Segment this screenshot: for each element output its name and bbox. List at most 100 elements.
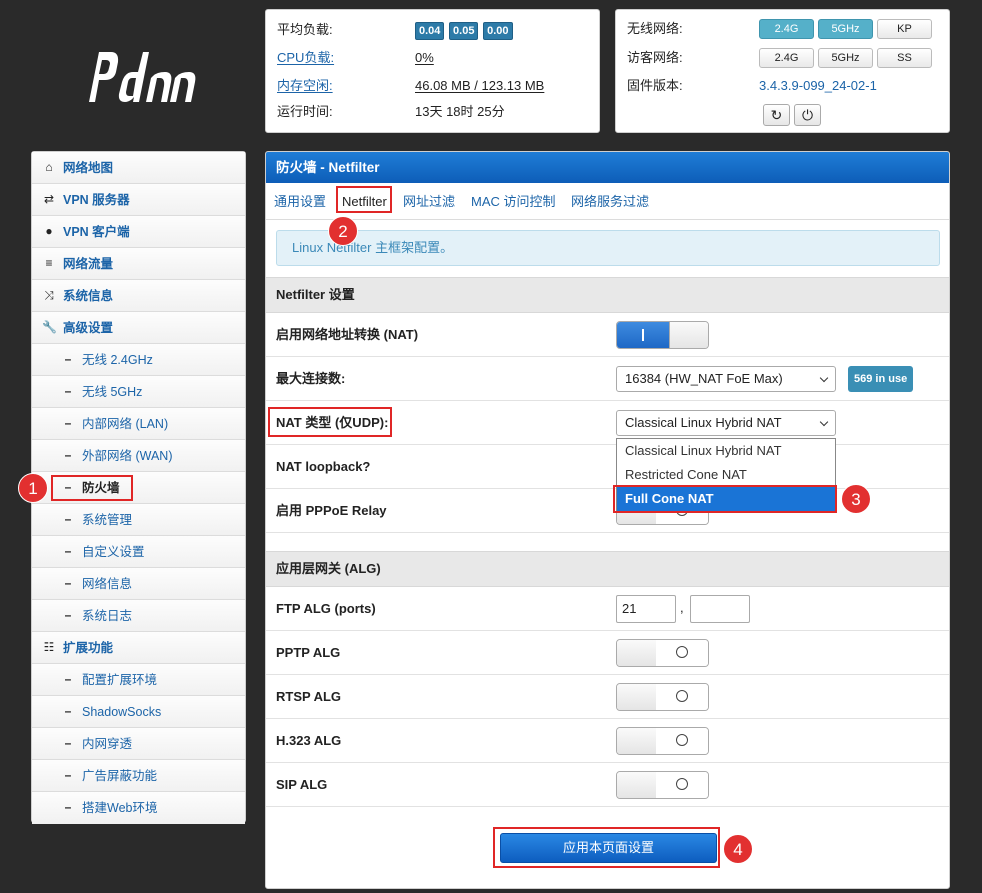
toggle-knob: [656, 772, 708, 798]
pptp-label: PPTP ALG: [276, 645, 341, 660]
sidebar-item-label: 系统信息: [63, 289, 114, 303]
sidebar-item-web-env[interactable]: – 搭建Web环境: [32, 792, 245, 824]
sidebar-item-label: 高级设置: [63, 321, 114, 335]
memory-row: 内存空闲: 46.08 MB / 123.13 MB: [277, 76, 589, 96]
guest-ss-button[interactable]: SS: [877, 48, 932, 68]
random-icon: ⤨: [44, 288, 54, 302]
sidebar-item-wireless-24[interactable]: – 无线 2.4GHz: [32, 344, 245, 376]
memory-link[interactable]: 内存空闲:: [277, 76, 333, 96]
sidebar-item-extensions[interactable]: ☷ 扩展功能: [32, 632, 245, 664]
page-title: 防火墙 - Netfilter: [266, 152, 949, 183]
h323-label: H.323 ALG: [276, 733, 342, 748]
load-row: 平均负载: 0.04 0.05 0.00: [277, 20, 589, 40]
toggle-knob: [656, 684, 708, 710]
sip-row: SIP ALG: [266, 763, 949, 807]
tab-mac-filter[interactable]: MAC 访问控制: [471, 194, 556, 210]
guest-2g-button[interactable]: 2.4G: [759, 48, 814, 68]
ftp-row: FTP ALG (ports) 21 ,: [266, 587, 949, 631]
h323-toggle[interactable]: [616, 727, 709, 755]
sidebar-item-netinfo[interactable]: – 网络信息: [32, 568, 245, 600]
sidebar-item-label: 搭建Web环境: [82, 801, 158, 815]
inuse-badge: 569 in use: [848, 366, 914, 392]
ftp-port-2-input[interactable]: [690, 595, 750, 623]
sidebar-item-vpn-server[interactable]: ⇄ VPN 服务器: [32, 184, 245, 216]
dash-icon: –: [64, 384, 72, 398]
nattype-select[interactable]: Classical Linux Hybrid NAT: [616, 410, 836, 436]
sidebar-item-lan[interactable]: – 内部网络 (LAN): [32, 408, 245, 440]
dash-icon: –: [64, 608, 72, 622]
toggle-off-part: [617, 684, 657, 710]
sidebar-item-advanced[interactable]: 🔧 高级设置: [32, 312, 245, 344]
sidebar-item-label: 系统日志: [82, 609, 133, 623]
sidebar-item-label: 外部网络 (WAN): [82, 449, 173, 463]
maxconn-select[interactable]: 16384 (HW_NAT FoE Max): [616, 366, 836, 392]
sidebar-item-adblock[interactable]: – 广告屏蔽功能: [32, 760, 245, 792]
sidebar-item-tunnel[interactable]: – 内网穿透: [32, 728, 245, 760]
sidebar-item-label: ShadowSocks: [82, 705, 162, 719]
sidebar-item-traffic[interactable]: ≡ 网络流量: [32, 248, 245, 280]
globe-icon: ●: [45, 224, 53, 238]
rtsp-toggle[interactable]: [616, 683, 709, 711]
dash-icon: –: [64, 800, 72, 814]
nattype-option-classical[interactable]: Classical Linux Hybrid NAT: [617, 439, 835, 463]
retweet-icon: ⇄: [43, 192, 55, 206]
section-alg: 应用层网关 (ALG): [266, 551, 949, 587]
nat-label: 启用网络地址转换 (NAT): [276, 327, 419, 342]
system-status-panel: 平均负载: 0.04 0.05 0.00 CPU负载: 0% 内存空闲: 46.…: [265, 9, 600, 133]
sidebar-item-wireless-5[interactable]: – 无线 5GHz: [32, 376, 245, 408]
dash-icon: –: [64, 448, 72, 462]
sidebar-item-admin[interactable]: – 系统管理: [32, 504, 245, 536]
radio-status-panel: 无线网络: 2.4G 5GHz KP 访客网络: 2.4G 5GHz SS 固件…: [615, 9, 950, 133]
sidebar-item-shadowsocks[interactable]: – ShadowSocks: [32, 696, 245, 728]
pptp-row: PPTP ALG: [266, 631, 949, 675]
uptime-value: 13天 18时 25分: [415, 104, 505, 119]
cpu-link[interactable]: CPU负载:: [277, 48, 334, 68]
dash-icon: –: [64, 768, 72, 782]
marker-2: 2: [328, 216, 358, 246]
load-badge-2: 0.05: [449, 22, 479, 40]
sidebar-item-label: 网络流量: [63, 257, 114, 271]
tab-divider: [266, 219, 949, 220]
dash-icon: –: [64, 544, 72, 558]
wireless-2g-button[interactable]: 2.4G: [759, 19, 814, 39]
wireless-kp-button[interactable]: KP: [877, 19, 932, 39]
sidebar-item-label: 网络地图: [63, 161, 114, 175]
tab-general[interactable]: 通用设置: [274, 194, 326, 210]
sidebar-item-label: 内网穿透: [82, 737, 133, 751]
sidebar-item-ext-env[interactable]: – 配置扩展环境: [32, 664, 245, 696]
toggle-knob: [656, 728, 708, 754]
wireless-label: 无线网络:: [627, 21, 683, 36]
wireless-5g-button[interactable]: 5GHz: [818, 19, 873, 39]
sidebar-item-label: 自定义设置: [82, 545, 145, 559]
power-icon: ⏻: [801, 107, 814, 123]
tab-url-filter[interactable]: 网址过滤: [403, 194, 455, 210]
ftp-port-1-input[interactable]: 21: [616, 595, 676, 623]
sidebar-item-wan[interactable]: – 外部网络 (WAN): [32, 440, 245, 472]
uptime-row: 运行时间: 13天 18时 25分: [277, 102, 589, 122]
tab-service-filter[interactable]: 网络服务过滤: [571, 194, 649, 210]
highlight-apply-button: [493, 827, 720, 868]
pptp-toggle[interactable]: [616, 639, 709, 667]
dash-icon: –: [64, 512, 72, 526]
ftp-label: FTP ALG (ports): [276, 601, 376, 616]
sidebar-item-syslog[interactable]: – 系统日志: [32, 600, 245, 632]
dash-icon: –: [64, 352, 72, 366]
sidebar-item-vpn-client[interactable]: ● VPN 客户端: [32, 216, 245, 248]
loopback-label: NAT loopback?: [276, 459, 371, 474]
highlight-netfilter-tab: [336, 186, 392, 213]
firmware-link[interactable]: 3.4.3.9-099_24-02-1: [759, 76, 877, 96]
power-button[interactable]: ⏻: [794, 104, 821, 126]
sidebar-item-system-info[interactable]: ⤨ 系统信息: [32, 280, 245, 312]
info-alert: Linux Netfilter 主框架配置。: [276, 230, 940, 266]
pppoe-label: 启用 PPPoE Relay: [276, 503, 387, 518]
section-netfilter: Netfilter 设置: [266, 277, 949, 313]
toggle-off-part: [617, 772, 657, 798]
sip-toggle[interactable]: [616, 771, 709, 799]
refresh-button[interactable]: ↻: [763, 104, 790, 126]
nattype-option-restricted[interactable]: Restricted Cone NAT: [617, 463, 835, 487]
sidebar-item-custom[interactable]: – 自定义设置: [32, 536, 245, 568]
nat-toggle[interactable]: [616, 321, 709, 349]
firmware-row: 固件版本: 3.4.3.9-099_24-02-1: [627, 76, 939, 96]
guest-5g-button[interactable]: 5GHz: [818, 48, 873, 68]
sidebar-item-network-map[interactable]: ⌂ 网络地图: [32, 152, 245, 184]
